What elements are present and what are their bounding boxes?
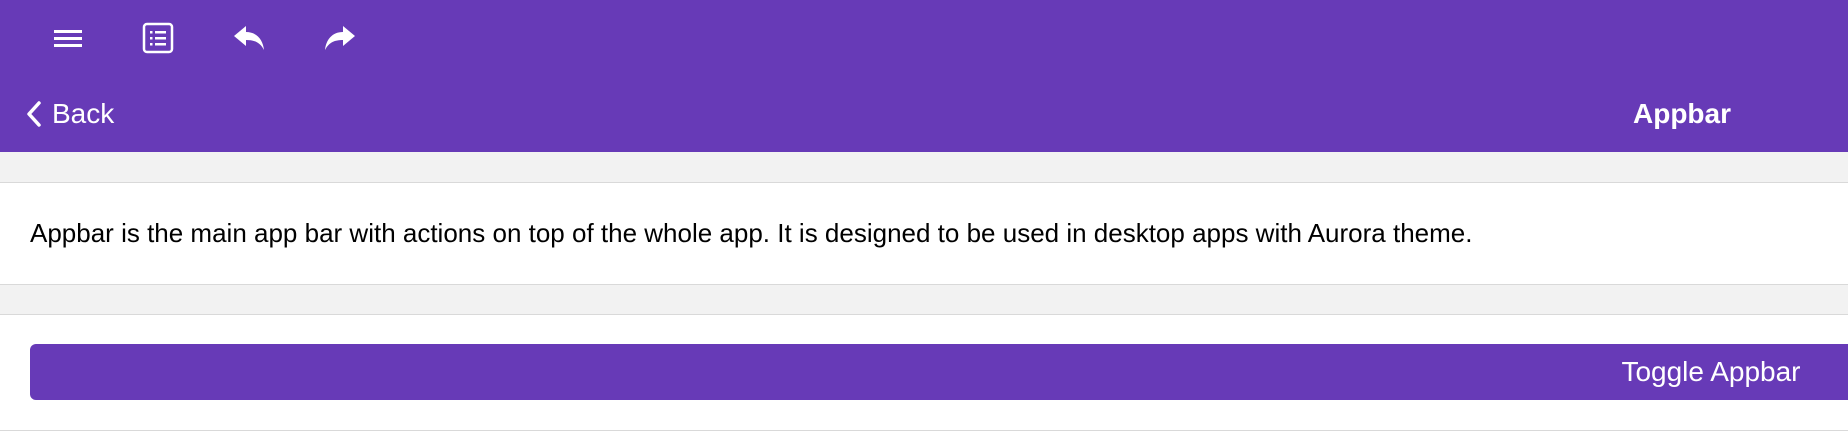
redo-button[interactable] xyxy=(320,18,360,58)
back-link[interactable]: Back xyxy=(26,76,114,152)
menu-button[interactable] xyxy=(48,18,88,58)
appbar xyxy=(0,0,1848,76)
redo-icon xyxy=(325,26,355,50)
undo-button[interactable] xyxy=(229,18,269,58)
menu-icon xyxy=(54,30,82,47)
undo-icon xyxy=(234,26,264,50)
description-text: Appbar is the main app bar with actions … xyxy=(30,218,1473,248)
list-icon xyxy=(142,22,174,54)
chevron-left-icon xyxy=(27,101,41,127)
navbar: Back Appbar xyxy=(0,76,1848,152)
button-block: Toggle Appbar xyxy=(0,314,1848,431)
toggle-appbar-button[interactable]: Toggle Appbar xyxy=(30,344,1848,400)
back-label: Back xyxy=(52,98,115,129)
list-button[interactable] xyxy=(138,18,178,58)
page-title: Appbar xyxy=(1633,98,1731,129)
description-block: Appbar is the main app bar with actions … xyxy=(0,182,1848,285)
toggle-appbar-label: Toggle Appbar xyxy=(1621,356,1801,387)
